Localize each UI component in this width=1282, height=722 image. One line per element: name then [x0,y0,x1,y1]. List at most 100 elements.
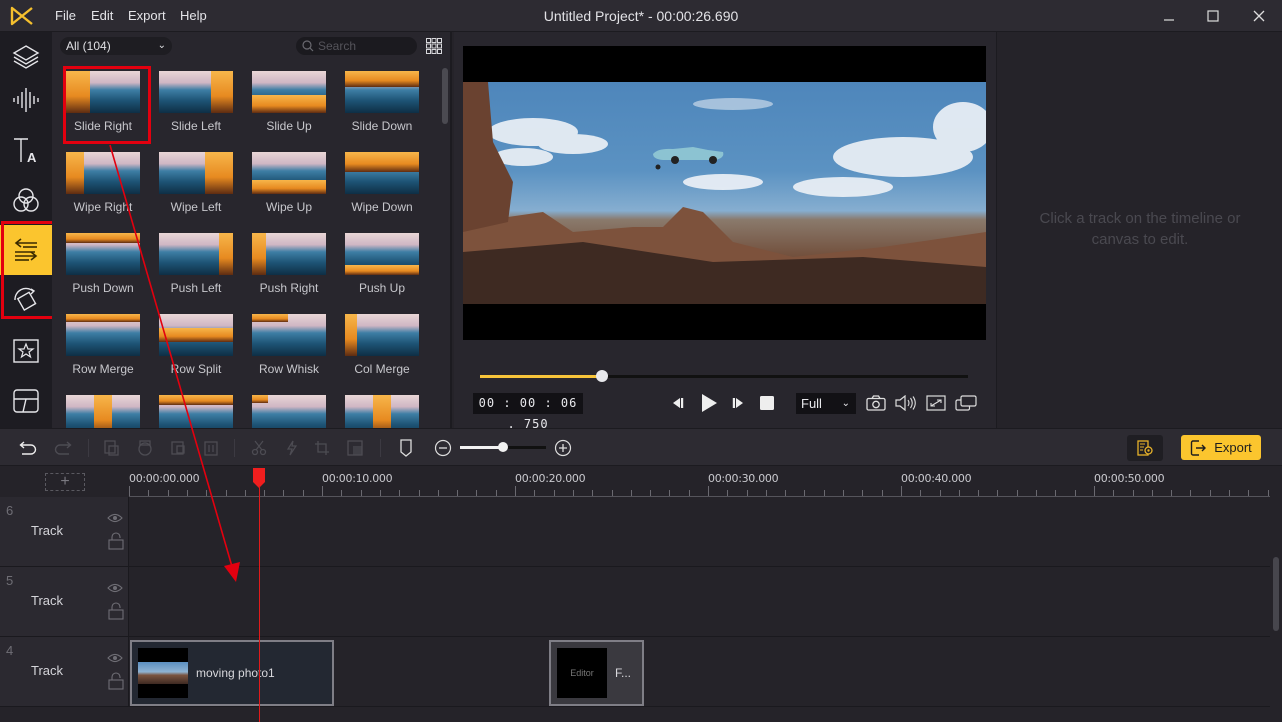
transition-tile[interactable] [249,392,329,428]
eye-icon[interactable] [107,583,123,593]
ruler-tick [496,490,497,496]
track-header[interactable]: 4 Track [0,637,129,706]
marker-button[interactable] [392,429,420,467]
transition-tile[interactable]: Row Whisk [249,311,329,386]
timeline-clip[interactable]: moving photo1 [130,640,334,706]
export-settings-button[interactable] [1127,435,1163,461]
menu-file[interactable]: File [55,0,76,32]
add-track-button[interactable]: + [45,473,85,491]
menu-export[interactable]: Export [128,0,166,32]
scissors-icon [251,440,267,456]
transition-thumbnail [252,314,326,356]
search-box[interactable] [296,37,417,55]
cut-button[interactable] [245,429,273,467]
track-lane[interactable]: moving photo1 Editor F... [130,637,1270,706]
track-lane[interactable] [130,497,1270,566]
grid-view-icon[interactable] [426,38,442,54]
zoom-in-button[interactable] [549,429,577,467]
transition-tile[interactable]: Wipe Right [63,149,143,224]
ruler-tick [650,490,651,496]
zoom-out-button[interactable] [429,429,457,467]
volume-button[interactable] [894,392,918,414]
maximize-button[interactable] [1190,0,1236,32]
thumbnail-overlay [252,314,288,322]
lock-icon[interactable] [108,672,124,690]
timeline-scrollbar[interactable] [1270,497,1282,722]
title-bar: File Edit Export Help Untitled Project* … [0,0,1282,32]
transition-tile[interactable]: Row Split [156,311,236,386]
transition-tile[interactable]: Row Merge [63,311,143,386]
transition-tile[interactable]: Slide Down [342,68,422,143]
toolbar-divider [380,439,381,457]
prev-frame-button[interactable] [668,392,688,414]
transition-tile[interactable]: Push Up [342,230,422,305]
time-ruler[interactable]: 00:00:00.000 00:00:10.000 00:00:20.000 00:0… [129,466,1270,497]
zoom-slider-knob[interactable] [498,442,508,452]
transition-tile[interactable]: Push Right [249,230,329,305]
split-button[interactable] [131,429,159,467]
scrollbar-thumb[interactable] [1273,557,1279,631]
sidebar-item-audio[interactable] [0,75,52,125]
stop-button[interactable] [757,392,777,414]
ruler-tick [129,486,130,496]
sidebar-item-filters[interactable] [0,175,52,225]
transition-tile[interactable] [342,392,422,428]
fullscreen-button[interactable] [924,392,948,414]
undo-button[interactable] [14,429,42,467]
crop-button[interactable] [308,429,336,467]
timeline-zoom-slider[interactable] [460,442,546,452]
eye-icon[interactable] [107,653,123,663]
category-dropdown[interactable]: All (104) ⌄ [60,37,172,55]
timeline-clip[interactable]: Editor F... [549,640,644,706]
copy-button[interactable] [97,429,125,467]
library-scrollbar[interactable] [442,68,448,424]
track-lane[interactable] [130,567,1270,636]
playhead-handle[interactable] [253,468,265,488]
lock-icon[interactable] [108,532,124,550]
transition-tile[interactable]: Col Merge [342,311,422,386]
scrollbar-thumb[interactable] [442,68,448,124]
redo-button[interactable] [49,429,77,467]
search-input[interactable] [318,39,408,53]
video-editor-window: File Edit Export Help Untitled Project* … [0,0,1282,722]
transition-label: Push Left [170,281,222,295]
video-canvas[interactable] [463,46,986,340]
lock-icon[interactable] [108,602,124,620]
transition-label: Wipe Right [73,200,133,214]
progress-knob[interactable] [596,370,608,382]
transition-tile[interactable] [63,392,143,428]
track-header[interactable]: 6 Track [0,497,129,566]
thumbnail-overlay [159,328,233,342]
transition-tile[interactable]: Wipe Down [342,149,422,224]
menu-edit[interactable]: Edit [91,0,113,32]
transition-tile[interactable]: Wipe Up [249,149,329,224]
transition-tile[interactable]: Wipe Left [156,149,236,224]
speed-button[interactable] [278,429,306,467]
next-frame-button[interactable] [728,392,748,414]
minimize-button[interactable] [1146,0,1192,32]
snapshot-button[interactable] [864,392,888,414]
playback-progress-bar[interactable] [480,370,968,382]
close-button[interactable] [1236,0,1282,32]
paste-button[interactable] [164,429,192,467]
transition-tile[interactable]: Push Down [63,230,143,305]
eye-icon[interactable] [107,513,123,523]
export-button[interactable]: Export [1181,435,1261,460]
transition-tile[interactable]: Push Left [156,230,236,305]
thumbnail-overlay [345,152,419,172]
transition-tile[interactable]: Slide Left [156,68,236,143]
transition-tile[interactable]: Slide Up [249,68,329,143]
quality-dropdown[interactable]: Full ⌄ [796,393,856,414]
zoom-slider-fill [460,446,503,449]
popout-button[interactable] [954,392,978,414]
sidebar-item-text[interactable]: A [0,125,52,175]
mosaic-button[interactable] [341,429,369,467]
delete-button[interactable] [197,429,225,467]
play-button[interactable] [697,392,721,414]
sidebar-item-elements[interactable] [0,326,52,376]
menu-help[interactable]: Help [180,0,207,32]
transition-tile[interactable] [156,392,236,428]
track-header[interactable]: 5 Track [0,567,129,636]
sidebar-item-templates[interactable] [0,376,52,426]
ruler-tick [1113,490,1114,496]
